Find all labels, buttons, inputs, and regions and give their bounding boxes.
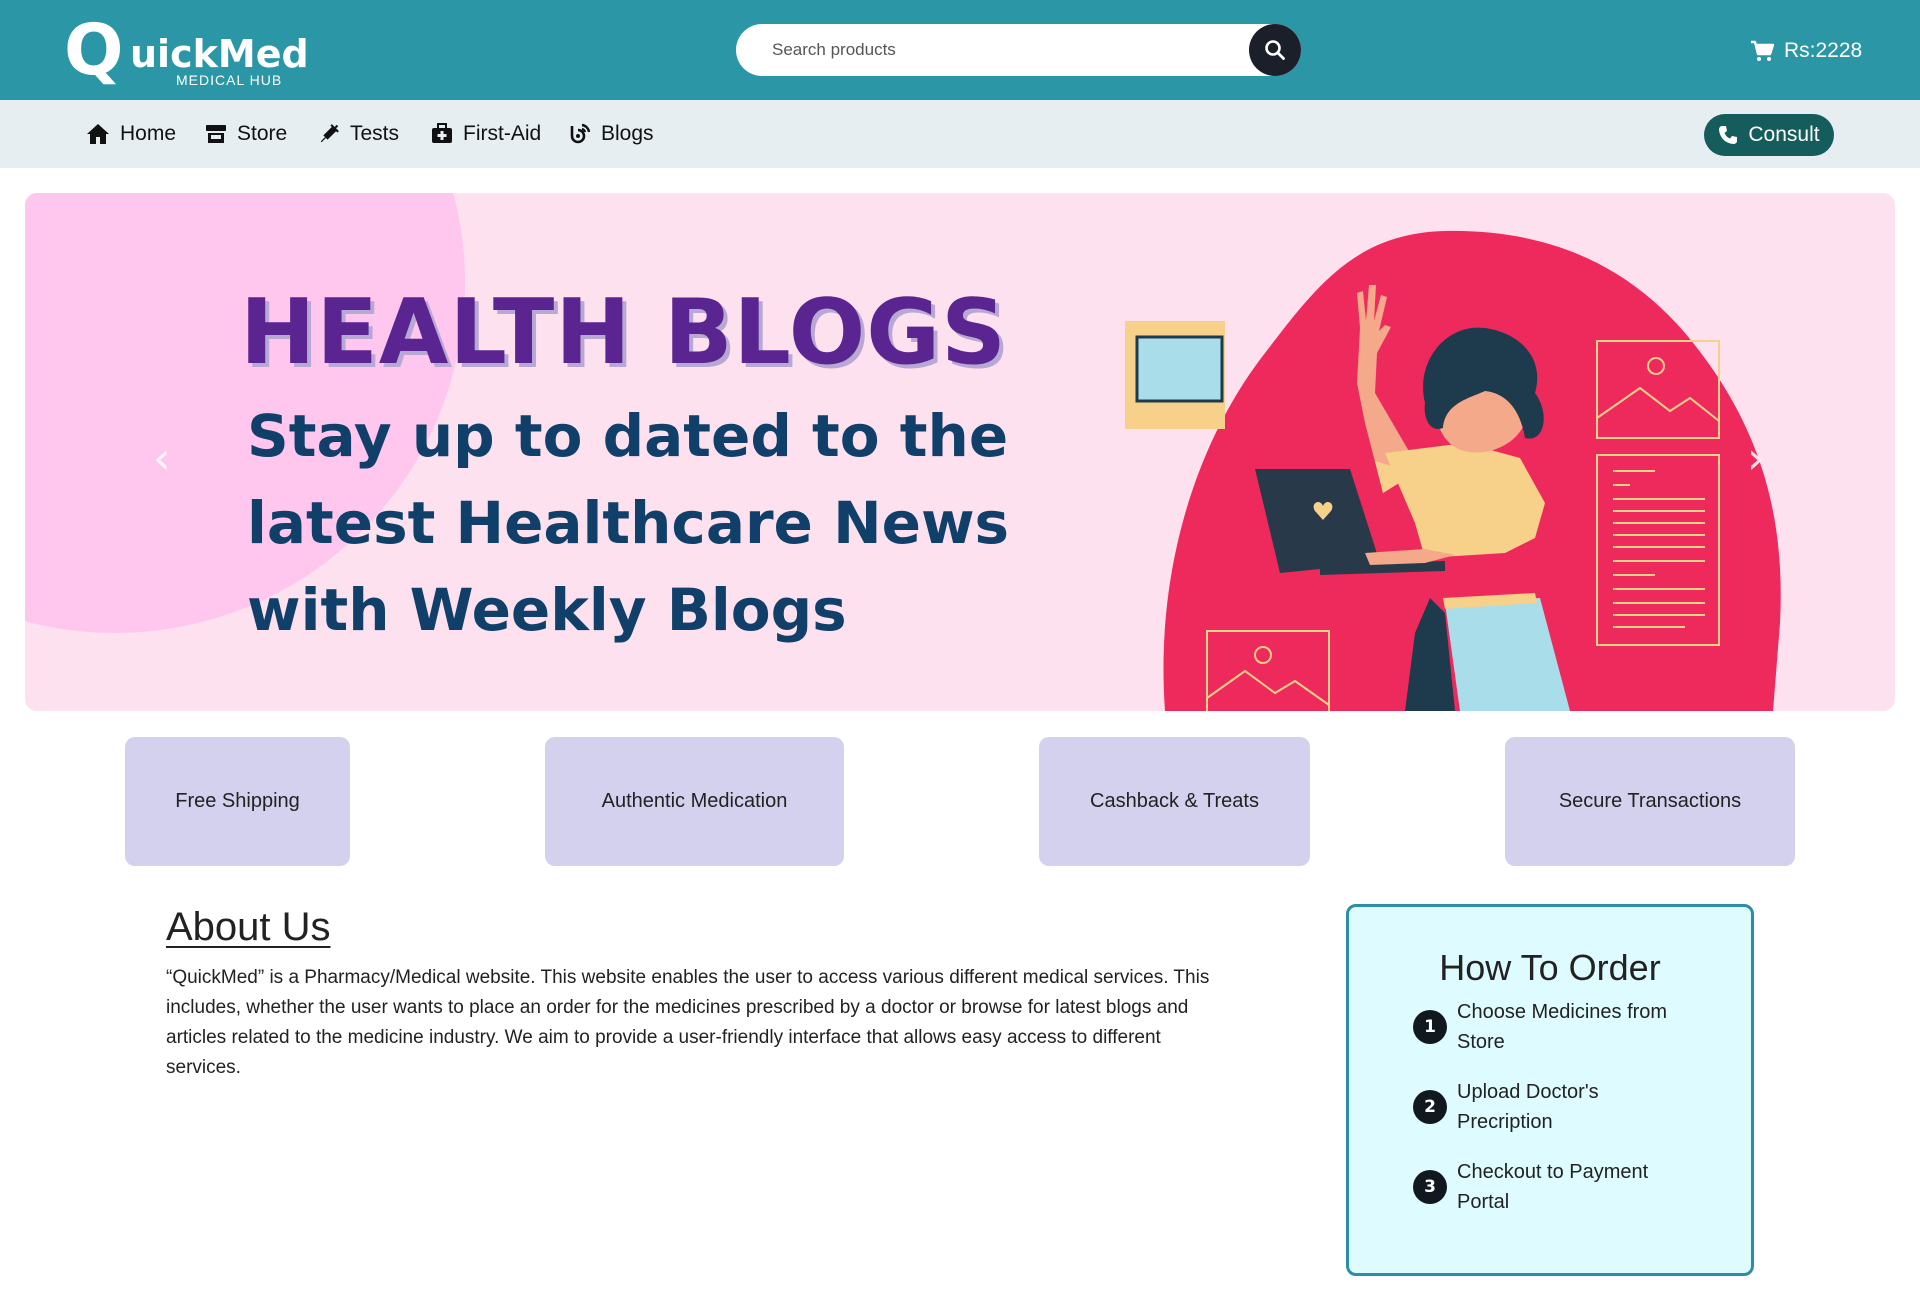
- order-step: 3 Checkout to Payment Portal: [1413, 1157, 1713, 1217]
- step-number: 1: [1413, 1010, 1447, 1044]
- step-text: Checkout to Payment Portal: [1457, 1161, 1649, 1213]
- how-to-order-heading: How To Order: [1439, 947, 1661, 988]
- search-icon: [1265, 40, 1285, 60]
- phone-icon: [1719, 126, 1738, 144]
- nav-item-tests[interactable]: Tests: [318, 120, 399, 148]
- nav-item-label: Store: [237, 122, 288, 145]
- carousel-next-arrow[interactable]: ›: [1747, 433, 1765, 484]
- hero-illustration: [1125, 230, 1781, 711]
- logo-subtitle: MEDICAL HUB: [176, 72, 283, 88]
- hero-subtitle: Stay up to dated to the latest Healthcar…: [247, 393, 1147, 654]
- cart-icon: [1751, 40, 1774, 61]
- feature-label: Secure Transactions: [1558, 790, 1742, 812]
- nav-item-label: First-Aid: [463, 122, 542, 145]
- nav-item-label: Blogs: [601, 122, 654, 145]
- store-icon: [206, 125, 226, 143]
- feature-label: Authentic Medication: [601, 790, 788, 812]
- about-heading: About Us: [166, 905, 331, 949]
- home-icon: [87, 124, 109, 144]
- feature-card-authentic-medication: Authentic Medication: [545, 737, 844, 866]
- order-step: 2 Upload Doctor's Precription: [1413, 1077, 1713, 1137]
- hero-title: HEALTH BLOGS: [240, 280, 1007, 385]
- hero-subtitle-line: latest Healthcare News: [247, 489, 1010, 557]
- logo-wordmark: uickMed: [130, 32, 309, 76]
- nav-item-label: Tests: [350, 122, 400, 145]
- about-text: “QuickMed” is a Pharmacy/Medical website…: [166, 967, 1210, 1078]
- syringe-icon: [320, 124, 339, 143]
- hero-subtitle-line: with Weekly Blogs: [247, 576, 847, 644]
- feature-card-free-shipping: Free Shipping: [125, 737, 350, 866]
- carousel-prev-arrow[interactable]: ‹: [153, 433, 171, 484]
- nav-item-blogs[interactable]: Blogs: [569, 120, 654, 148]
- first-aid-kit-icon: [432, 123, 452, 143]
- search-button[interactable]: [1249, 24, 1301, 76]
- feature-card-cashback: Cashback & Treats: [1039, 737, 1310, 866]
- step-text: Choose Medicines from Store: [1457, 1001, 1668, 1053]
- hero-subtitle-line: Stay up to dated to the: [247, 402, 1009, 470]
- how-to-order-panel: How To Order 1 Choose Medicines from Sto…: [1346, 904, 1754, 1276]
- consult-button[interactable]: Consult: [1704, 114, 1834, 156]
- nav-item-store[interactable]: Store: [205, 120, 287, 148]
- nav-item-label: Home: [120, 122, 177, 145]
- logo-letter: Q: [64, 9, 124, 91]
- feature-label: Cashback & Treats: [1090, 790, 1259, 812]
- nav-item-first-aid[interactable]: First-Aid: [431, 120, 541, 148]
- cart-button[interactable]: Rs:2228: [1750, 36, 1862, 66]
- nav-item-home[interactable]: Home: [86, 120, 176, 148]
- cart-total: Rs:2228: [1784, 39, 1863, 62]
- feature-label: Free Shipping: [175, 790, 300, 812]
- step-text: Upload Doctor's Precription: [1457, 1081, 1599, 1133]
- top-header: Q uickMed MEDICAL HUB Rs:2228: [0, 0, 1920, 100]
- feature-card-secure-transactions: Secure Transactions: [1505, 737, 1795, 866]
- step-number: 3: [1413, 1170, 1447, 1204]
- step-number: 2: [1413, 1090, 1447, 1124]
- main-nav: Home Store Tests First-Aid Blogs Consult: [0, 100, 1920, 168]
- blog-icon: [570, 123, 591, 144]
- search-bar: [736, 24, 1301, 76]
- consult-label: Consult: [1748, 123, 1820, 146]
- order-step: 1 Choose Medicines from Store: [1413, 997, 1713, 1057]
- search-input[interactable]: [772, 36, 1212, 64]
- hero-carousel: HEALTH BLOGS Stay up to dated to the lat…: [25, 193, 1895, 711]
- quickmed-logo[interactable]: Q uickMed MEDICAL HUB: [64, 9, 309, 91]
